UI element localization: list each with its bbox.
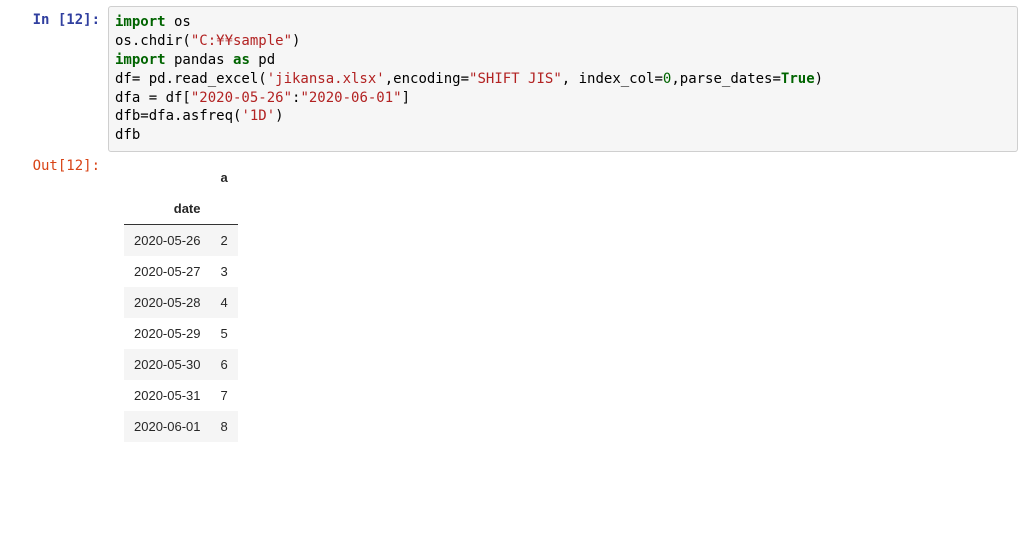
table-row: 2020-06-01 8: [124, 411, 238, 442]
output-prompt-label: Out[12]:: [6, 152, 108, 182]
table-columns-row: a: [124, 162, 238, 193]
table-row: 2020-05-29 5: [124, 318, 238, 349]
row-index: 2020-05-26: [124, 225, 211, 257]
cell-value: 6: [211, 349, 238, 380]
row-index: 2020-05-29: [124, 318, 211, 349]
cell-value: 7: [211, 380, 238, 411]
index-name: date: [124, 193, 211, 225]
code-line-3: import pandas as pd: [115, 51, 1011, 70]
table-row: 2020-05-31 7: [124, 380, 238, 411]
cell-value: 4: [211, 287, 238, 318]
dataframe-table: a date 2020-05-26 2 2020-05-27 3 2020-05…: [124, 162, 238, 442]
cell-value: 5: [211, 318, 238, 349]
code-line-5: dfa = df["2020-05-26":"2020-06-01"]: [115, 89, 1011, 108]
row-index: 2020-06-01: [124, 411, 211, 442]
input-cell: In [12]: import os os.chdir("C:¥¥sample"…: [6, 6, 1018, 152]
output-cell: Out[12]: a date 2020-05-26 2 2020-05: [6, 152, 1018, 442]
cell-value: 2: [211, 225, 238, 257]
row-index: 2020-05-30: [124, 349, 211, 380]
code-line-6: dfb=dfa.asfreq('1D'): [115, 107, 1011, 126]
row-index: 2020-05-27: [124, 256, 211, 287]
table-row: 2020-05-30 6: [124, 349, 238, 380]
blank-header: [211, 193, 238, 225]
table-index-row: date: [124, 193, 238, 225]
column-header: a: [211, 162, 238, 193]
dataframe-output: a date 2020-05-26 2 2020-05-27 3 2020-05…: [108, 152, 238, 442]
code-line-7: dfb: [115, 126, 1011, 145]
table-row: 2020-05-28 4: [124, 287, 238, 318]
table-row: 2020-05-27 3: [124, 256, 238, 287]
cell-value: 3: [211, 256, 238, 287]
input-prompt-label: In [12]:: [6, 6, 108, 36]
blank-corner: [124, 162, 211, 193]
table-row: 2020-05-26 2: [124, 225, 238, 257]
code-line-1: import os: [115, 13, 1011, 32]
code-line-2: os.chdir("C:¥¥sample"): [115, 32, 1011, 51]
code-line-4: df= pd.read_excel('jikansa.xlsx',encodin…: [115, 70, 1011, 89]
cell-value: 8: [211, 411, 238, 442]
code-input-area[interactable]: import os os.chdir("C:¥¥sample") import …: [108, 6, 1018, 152]
row-index: 2020-05-31: [124, 380, 211, 411]
row-index: 2020-05-28: [124, 287, 211, 318]
